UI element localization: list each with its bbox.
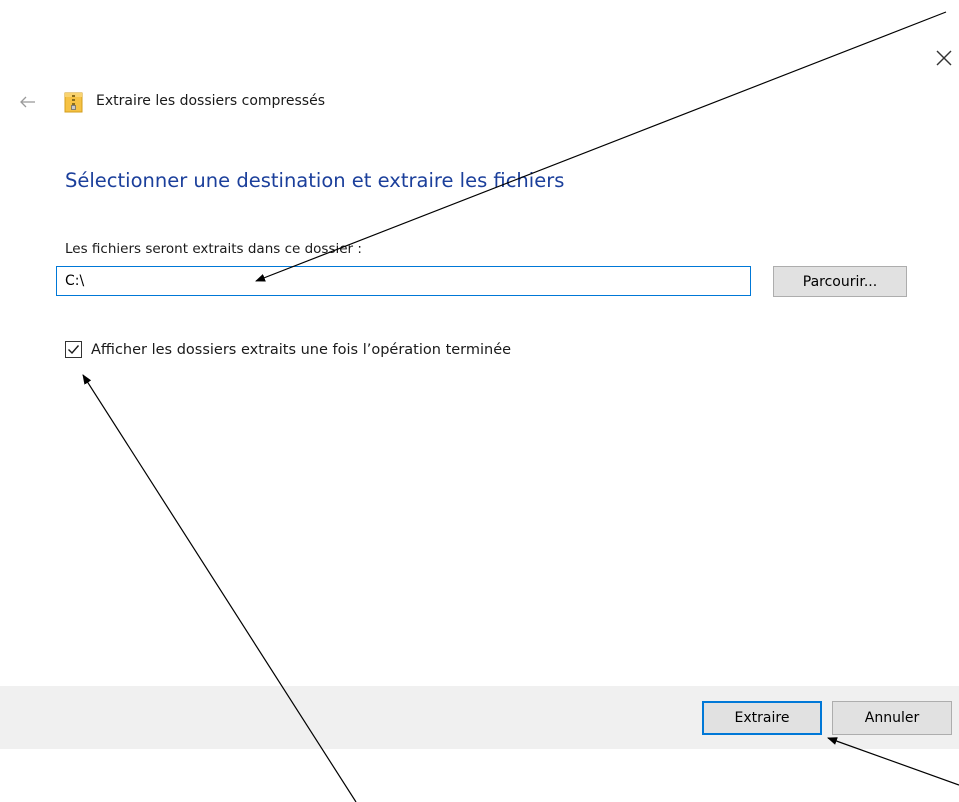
destination-label: Les fichiers seront extraits dans ce dos… [65, 241, 362, 257]
extract-wizard-window: Extraire les dossiers compressés Sélecti… [0, 0, 959, 802]
checkmark-icon [65, 341, 82, 358]
extract-button[interactable]: Extraire [702, 701, 822, 735]
page-title: Sélectionner une destination et extraire… [65, 169, 565, 192]
cancel-button[interactable]: Annuler [832, 701, 952, 735]
browse-button[interactable]: Parcourir... [773, 266, 907, 297]
close-icon [936, 50, 952, 66]
zip-folder-icon [64, 91, 83, 113]
window-title: Extraire les dossiers compressés [96, 93, 325, 109]
back-arrow-icon [20, 96, 35, 108]
back-button[interactable] [18, 93, 38, 111]
show-extracted-folders-checkbox[interactable] [65, 341, 82, 358]
close-button[interactable] [932, 46, 956, 70]
destination-path-input[interactable] [56, 266, 751, 296]
show-extracted-folders-label[interactable]: Afficher les dossiers extraits une fois … [91, 342, 511, 358]
annotation-arrows [82, 11, 959, 802]
